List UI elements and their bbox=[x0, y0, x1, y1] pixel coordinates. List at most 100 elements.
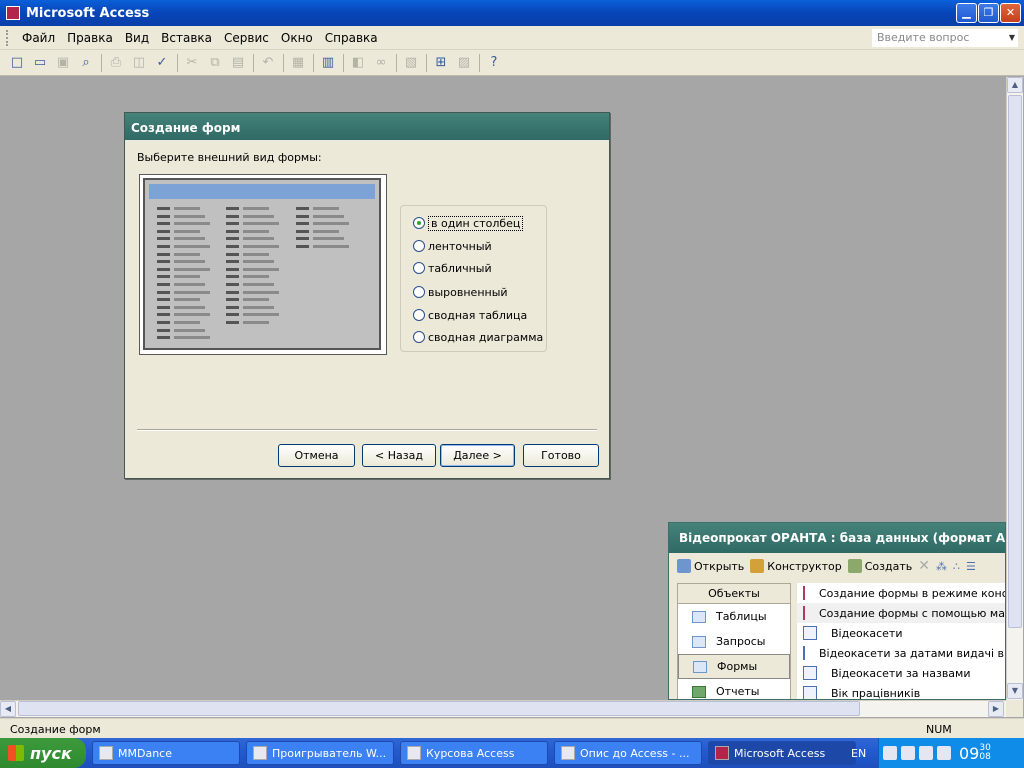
option-justified[interactable]: выровненный bbox=[413, 283, 508, 301]
save-icon[interactable]: ▣ bbox=[52, 52, 74, 74]
radio-icon[interactable] bbox=[413, 217, 425, 229]
option-columnar[interactable]: в один столбец bbox=[413, 214, 524, 232]
word-icon bbox=[561, 746, 575, 760]
cut-icon[interactable]: ✂ bbox=[181, 52, 203, 74]
chevron-down-icon[interactable]: ▼ bbox=[1009, 30, 1015, 46]
cancel-button[interactable]: Отмена bbox=[278, 444, 355, 467]
preview-field-mark bbox=[243, 305, 274, 309]
radio-icon[interactable] bbox=[413, 286, 425, 298]
relationships-icon[interactable]: ⊞ bbox=[430, 52, 452, 74]
list-item[interactable]: Відеокасети за назвами bbox=[797, 663, 1005, 683]
scroll-down-icon[interactable]: ▼ bbox=[1007, 683, 1023, 699]
new-icon[interactable]: □ bbox=[6, 52, 28, 74]
scroll-corner bbox=[1006, 700, 1023, 717]
menu-view[interactable]: Вид bbox=[119, 31, 155, 45]
start-button[interactable]: пуск bbox=[0, 738, 86, 768]
open-icon[interactable]: ▭ bbox=[29, 52, 51, 74]
print-preview-icon[interactable]: ◫ bbox=[128, 52, 150, 74]
objects-forms[interactable]: Формы bbox=[678, 654, 790, 679]
radio-icon[interactable] bbox=[413, 262, 425, 274]
database-window-title[interactable]: Відеопрокат ОРАНТА : база данных (формат… bbox=[669, 523, 1005, 553]
option-label: сводная таблица bbox=[428, 308, 528, 322]
help-icon[interactable]: ? bbox=[483, 52, 505, 74]
script-icon[interactable]: ∞ bbox=[370, 52, 392, 74]
3d-icon[interactable] bbox=[919, 746, 933, 760]
back-button[interactable]: < Назад bbox=[362, 444, 436, 467]
menu-window[interactable]: Окно bbox=[275, 31, 319, 45]
option-pivot-chart[interactable]: сводная диаграмма bbox=[413, 328, 543, 346]
scroll-right-icon[interactable]: ▶ bbox=[988, 701, 1004, 717]
print-icon[interactable]: ⎙ bbox=[105, 52, 127, 74]
menu-file[interactable]: Файл bbox=[16, 31, 61, 45]
scroll-left-icon[interactable]: ◀ bbox=[0, 701, 16, 717]
preview-label-mark bbox=[226, 321, 239, 324]
status-text: Создание форм bbox=[10, 723, 101, 736]
finish-button[interactable]: Готово bbox=[523, 444, 599, 467]
create-button[interactable]: Создать bbox=[847, 559, 912, 573]
horizontal-scroll-thumb[interactable] bbox=[18, 701, 860, 716]
preview-label-mark bbox=[157, 260, 170, 264]
taskbar-item-mmdance[interactable]: MMDance bbox=[92, 741, 240, 765]
maximize-button[interactable]: ❐ bbox=[978, 3, 999, 23]
scroll-up-icon[interactable]: ▲ bbox=[1007, 77, 1023, 93]
list-item[interactable]: Вік працівників bbox=[797, 683, 1005, 699]
delete-icon[interactable]: ✕ bbox=[918, 558, 930, 574]
preview-label-mark bbox=[157, 237, 170, 241]
objects-header[interactable]: Объекты bbox=[678, 584, 790, 604]
list-item[interactable]: Відеокасети за датами видачі в пр bbox=[797, 643, 1005, 663]
file-search-icon[interactable]: ⌕ bbox=[75, 52, 97, 74]
next-button[interactable]: Далее > bbox=[440, 444, 515, 467]
menu-help[interactable]: Справка bbox=[319, 31, 384, 45]
menu-tools[interactable]: Сервис bbox=[218, 31, 275, 45]
clock[interactable]: 0930 08 bbox=[959, 743, 991, 763]
network-icon[interactable] bbox=[883, 746, 897, 760]
dialog-title[interactable]: Создание форм bbox=[125, 113, 609, 141]
language-indicator[interactable]: EN bbox=[851, 747, 866, 760]
option-tabular[interactable]: ленточный bbox=[413, 237, 492, 255]
close-button[interactable]: ✕ bbox=[1000, 3, 1021, 23]
radio-icon[interactable] bbox=[413, 331, 425, 343]
open-button[interactable]: Открыть bbox=[677, 559, 744, 573]
option-pivot-table[interactable]: сводная таблица bbox=[413, 306, 527, 324]
menu-grip[interactable] bbox=[6, 29, 10, 46]
media-tray-icon[interactable] bbox=[937, 746, 951, 760]
option-datasheet[interactable]: табличный bbox=[413, 259, 492, 277]
design-button[interactable]: Конструктор bbox=[750, 559, 842, 573]
preview-field-mark bbox=[243, 245, 279, 248]
analyze-icon[interactable]: ▦ bbox=[287, 52, 309, 74]
large-icons-view-icon[interactable]: ⁂ bbox=[936, 560, 947, 573]
copy-icon[interactable]: ⧉ bbox=[204, 52, 226, 74]
access-app-icon[interactable] bbox=[6, 6, 20, 20]
paste-icon[interactable]: ▤ bbox=[227, 52, 249, 74]
vertical-scroll-thumb[interactable] bbox=[1008, 95, 1022, 628]
list-view-icon[interactable]: ☰ bbox=[966, 560, 976, 573]
objects-tables[interactable]: Таблицы bbox=[678, 604, 790, 629]
objects-queries[interactable]: Запросы bbox=[678, 629, 790, 654]
vertical-scrollbar[interactable]: ▲ ▼ bbox=[1006, 77, 1023, 700]
taskbar-item-media-player[interactable]: Проигрыватель W... bbox=[246, 741, 394, 765]
small-icons-view-icon[interactable]: ∴ bbox=[953, 560, 960, 573]
list-item[interactable]: Создание формы в режиме констр bbox=[797, 583, 1005, 603]
minimize-button[interactable]: ▁ bbox=[956, 3, 977, 23]
ask-question-input[interactable]: Введите вопрос ▼ bbox=[872, 29, 1018, 47]
radio-icon[interactable] bbox=[413, 309, 425, 321]
horizontal-scrollbar[interactable]: ◀ ▶ bbox=[0, 700, 1006, 717]
properties-icon[interactable]: ▧ bbox=[400, 52, 422, 74]
menu-insert[interactable]: Вставка bbox=[155, 31, 218, 45]
preview-field-mark bbox=[243, 237, 274, 241]
list-item[interactable]: Создание формы с помощью масте bbox=[797, 603, 1005, 623]
taskbar: пуск MMDance Проигрыватель W... Курсова … bbox=[0, 738, 1024, 768]
office-links-icon[interactable]: ▥ bbox=[317, 52, 339, 74]
code-icon[interactable]: ◧ bbox=[347, 52, 369, 74]
undo-icon[interactable]: ↶ bbox=[257, 52, 279, 74]
taskbar-item-course-access[interactable]: Курсова Access bbox=[400, 741, 548, 765]
taskbar-item-word-doc[interactable]: Опис до Access - ... bbox=[554, 741, 702, 765]
radio-icon[interactable] bbox=[413, 240, 425, 252]
list-item[interactable]: Відеокасети bbox=[797, 623, 1005, 643]
spelling-icon[interactable]: ✓ bbox=[151, 52, 173, 74]
volume-icon[interactable] bbox=[901, 746, 915, 760]
new-object-icon[interactable]: ▨ bbox=[453, 52, 475, 74]
objects-reports[interactable]: Отчеты bbox=[678, 679, 790, 699]
taskbar-item-microsoft-access[interactable]: Microsoft Access bbox=[708, 741, 856, 765]
menu-edit[interactable]: Правка bbox=[61, 31, 119, 45]
